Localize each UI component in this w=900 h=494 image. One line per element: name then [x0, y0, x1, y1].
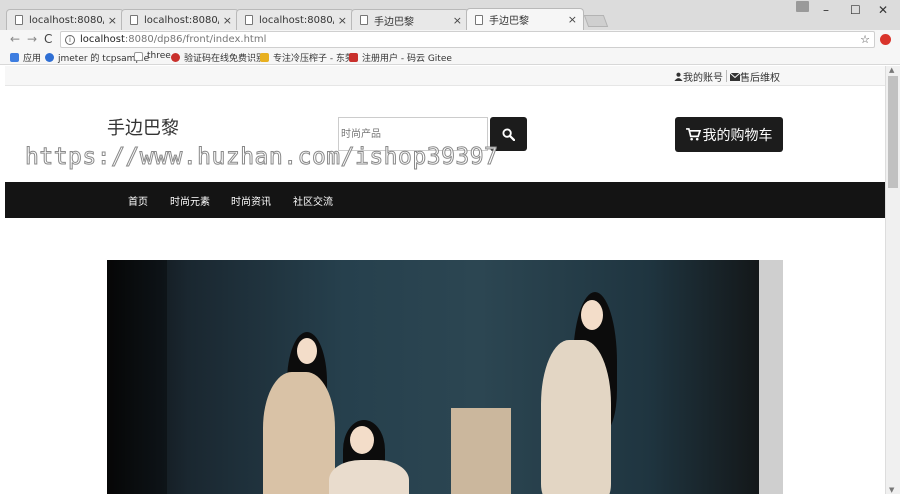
tab-2[interactable]: localhost:8080/webtou ×	[121, 9, 239, 30]
cart-icon	[685, 128, 701, 141]
scroll-up-arrow[interactable]: ▲	[889, 66, 894, 74]
nav-item-home[interactable]: 首页	[128, 193, 148, 208]
nav-item-fashion-elements[interactable]: 时尚元素	[170, 193, 210, 208]
hero-edge	[759, 260, 783, 494]
document-icon	[134, 51, 143, 61]
close-icon[interactable]: ×	[568, 13, 577, 26]
site-topbar: 我的账号 售后维权	[5, 66, 885, 86]
tab-title: 手边巴黎	[489, 16, 529, 27]
forward-button[interactable]: →	[27, 32, 37, 46]
bookmark-three[interactable]: three	[134, 51, 171, 61]
main-nav: 首页 时尚元素 时尚资讯 社区交流	[5, 182, 885, 218]
tab-title: 手边巴黎	[374, 16, 414, 28]
close-icon[interactable]: ×	[338, 14, 347, 27]
tab-title: localhost:8080/webtou	[144, 14, 219, 26]
address-host: localhost	[80, 34, 125, 45]
bookmark-label: 验证码在线免费识别	[184, 54, 266, 64]
new-tab-button[interactable]	[583, 15, 609, 27]
gitee-icon	[349, 53, 358, 62]
tab-strip: localhost:8080/webtou × localhost:8080/w…	[0, 0, 900, 30]
close-icon[interactable]: ×	[223, 14, 232, 27]
scroll-thumb[interactable]	[888, 76, 898, 188]
bookmark-label: 注册用户 - 码云 Gitee	[362, 54, 452, 64]
site-icon	[260, 53, 269, 62]
tab-3[interactable]: localhost:8080/webtou ×	[236, 9, 354, 30]
bookmark-label: 应用	[23, 54, 42, 64]
address-bar[interactable]: i localhost :8080/dp86/front/index.html …	[60, 31, 875, 48]
minimize-button[interactable]: –	[823, 3, 829, 17]
bookmarks-bar: 应用 jmeter 的 tcpsample three 验证码在线免费识别 专注…	[0, 48, 900, 65]
site-icon	[171, 53, 180, 62]
bookmark-press[interactable]: 专注冷压榨子 - 东莞	[260, 51, 354, 64]
scroll-down-arrow[interactable]: ▼	[889, 486, 894, 494]
reload-button[interactable]: C	[44, 32, 52, 46]
display-pedestal	[451, 408, 511, 494]
account-label: 我的账号	[683, 73, 723, 84]
mannequin-body	[329, 460, 409, 494]
bookmark-apps[interactable]: 应用	[10, 51, 41, 64]
close-icon[interactable]: ×	[453, 14, 462, 27]
divider	[726, 70, 727, 82]
hero-banner-image[interactable]	[107, 260, 783, 494]
cart-label: 我的购物车	[702, 127, 773, 144]
search-input[interactable]	[338, 117, 488, 151]
tab-5-active[interactable]: 手边巴黎 ×	[466, 8, 584, 30]
bookmark-label: 专注冷压榨子 - 东莞	[273, 54, 354, 64]
mannequin-face	[350, 426, 374, 454]
shield-icon	[45, 53, 54, 62]
star-icon[interactable]: ☆	[860, 33, 870, 46]
bookmark-gitee[interactable]: 注册用户 - 码云 Gitee	[349, 51, 452, 64]
envelope-icon	[730, 72, 740, 81]
document-icon	[130, 15, 138, 25]
extension-icon[interactable]	[880, 34, 891, 45]
aftersales-label: 售后维权	[740, 73, 780, 84]
mannequin-face	[581, 300, 603, 330]
back-button[interactable]: ←	[10, 32, 20, 46]
tab-1[interactable]: localhost:8080/webtou ×	[6, 9, 124, 30]
hero-shadow	[107, 260, 167, 494]
info-icon[interactable]: i	[65, 34, 75, 45]
document-icon	[360, 15, 368, 25]
mannequin-face	[297, 338, 317, 364]
site-logo[interactable]: 手边巴黎	[107, 114, 179, 140]
mannequin-body	[541, 340, 611, 494]
search-icon	[502, 127, 515, 141]
tab-title: localhost:8080/webtou	[259, 14, 334, 26]
search-button[interactable]	[490, 117, 527, 151]
browser-toolbar: ← → C i localhost :8080/dp86/front/index…	[0, 30, 900, 48]
maximize-button[interactable]: ☐	[850, 3, 861, 17]
account-link[interactable]: 我的账号	[674, 69, 723, 84]
tab-title: localhost:8080/webtou	[29, 14, 104, 26]
nav-item-community[interactable]: 社区交流	[293, 193, 333, 208]
tab-4[interactable]: 手边巴黎 ×	[351, 9, 469, 30]
document-icon	[475, 14, 483, 25]
document-icon	[15, 15, 23, 25]
address-path: :8080/dp86/front/index.html	[124, 34, 267, 45]
nav-item-fashion-news[interactable]: 时尚资讯	[231, 193, 271, 208]
aftersales-link[interactable]: 售后维权	[730, 69, 780, 84]
browser-window: localhost:8080/webtou × localhost:8080/w…	[0, 0, 900, 494]
cart-button[interactable]: 我的购物车	[675, 117, 783, 152]
apps-grid-icon	[10, 53, 19, 62]
profile-icon[interactable]	[796, 1, 809, 12]
close-icon[interactable]: ×	[108, 14, 117, 27]
user-icon	[674, 72, 683, 81]
close-window-button[interactable]: ✕	[878, 3, 888, 17]
page-viewport: 我的账号 售后维权 手边巴黎 我的购物车 https://www.huzhan.…	[5, 66, 885, 494]
bookmark-captcha[interactable]: 验证码在线免费识别	[171, 51, 265, 64]
mannequin-body	[263, 372, 335, 494]
document-icon	[245, 15, 253, 25]
bookmark-label: three	[147, 51, 171, 61]
page-scrollbar[interactable]: ▲ ▼	[885, 66, 900, 494]
